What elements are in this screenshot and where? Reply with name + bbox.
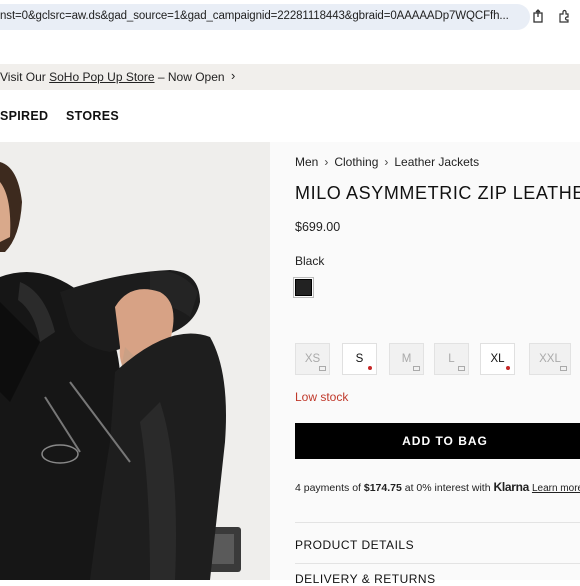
nav-item-stores[interactable]: STORES — [66, 109, 119, 123]
size-label: S — [355, 353, 364, 365]
notify-icon — [413, 366, 420, 371]
breadcrumb: Men › Clothing › Leather Jackets — [295, 155, 479, 169]
extension-icon[interactable] — [557, 9, 571, 23]
product-info-panel: Men › Clothing › Leather Jackets MILO ASYMME… — [270, 142, 580, 586]
breadcrumb-separator-icon: › — [384, 155, 389, 169]
klarna-amount: $174.75 — [363, 482, 402, 494]
product-image[interactable] — [0, 142, 270, 580]
delivery-returns-accordion[interactable]: DELIVERY & RETURNS — [295, 572, 436, 586]
klarna-middle: at 0% interest with — [401, 482, 494, 494]
stock-status: Low stock — [295, 390, 349, 404]
breadcrumb-men[interactable]: Men — [295, 155, 318, 169]
size-option-l[interactable]: L — [434, 343, 469, 375]
klarna-prefix: 4 payments of — [295, 482, 364, 494]
size-option-s[interactable]: S — [342, 343, 377, 375]
size-label: XL — [490, 353, 505, 365]
main-nav: SPIRED STORES — [0, 100, 580, 132]
add-to-bag-button[interactable]: ADD TO BAG — [295, 423, 580, 459]
notify-icon — [319, 366, 326, 371]
notify-icon — [560, 366, 567, 371]
address-bar[interactable]: nst=0&gclsrc=aw.ds&gad_source=1&gad_camp… — [0, 4, 530, 30]
color-swatch-black[interactable] — [293, 277, 314, 298]
klarna-logo: Klarna — [493, 480, 530, 494]
announcement-chevron-icon[interactable]: › — [231, 68, 235, 83]
nav-item-inspired[interactable]: SPIRED — [0, 109, 48, 123]
size-option-xxl[interactable]: XXL — [529, 343, 571, 375]
product-details-accordion[interactable]: PRODUCT DETAILS — [295, 538, 414, 552]
announcement-prefix: Visit Our — [0, 70, 50, 84]
announcement-suffix: – Now Open — [154, 70, 225, 84]
size-label: L — [448, 353, 455, 365]
size-option-xs[interactable]: XS — [295, 343, 330, 375]
model-photo — [0, 142, 270, 580]
color-name: Black — [295, 254, 325, 268]
size-label: XXL — [539, 353, 561, 365]
breadcrumb-clothing[interactable]: Clothing — [334, 155, 378, 169]
size-option-xl[interactable]: XL — [480, 343, 515, 375]
size-label: M — [401, 353, 412, 365]
breadcrumb-separator-icon: › — [324, 155, 329, 169]
divider — [295, 563, 580, 564]
address-bar-url[interactable]: nst=0&gclsrc=aw.ds&gad_source=1&gad_camp… — [0, 10, 509, 22]
product-price: $699.00 — [295, 220, 341, 234]
product-title: MILO ASYMMETRIC ZIP LEATHER — [295, 183, 580, 203]
divider — [295, 522, 580, 523]
announcement-link[interactable]: SoHo Pop Up Store — [49, 70, 154, 84]
low-stock-dot-icon — [368, 366, 372, 370]
announcement-bar: Visit Our SoHo Pop Up Store – Now Open › — [0, 64, 580, 90]
size-option-m[interactable]: M — [389, 343, 424, 375]
klarna-message: 4 payments of $174.75 at 0% interest wit… — [295, 480, 580, 494]
share-icon[interactable] — [531, 9, 545, 23]
low-stock-dot-icon — [506, 366, 510, 370]
notify-icon — [458, 366, 465, 371]
klarna-learn-more-link[interactable]: Learn more — [532, 483, 580, 494]
browser-toolbar: nst=0&gclsrc=aw.ds&gad_source=1&gad_camp… — [0, 0, 580, 34]
breadcrumb-leather-jackets[interactable]: Leather Jackets — [394, 155, 479, 169]
size-label: XS — [304, 353, 321, 365]
